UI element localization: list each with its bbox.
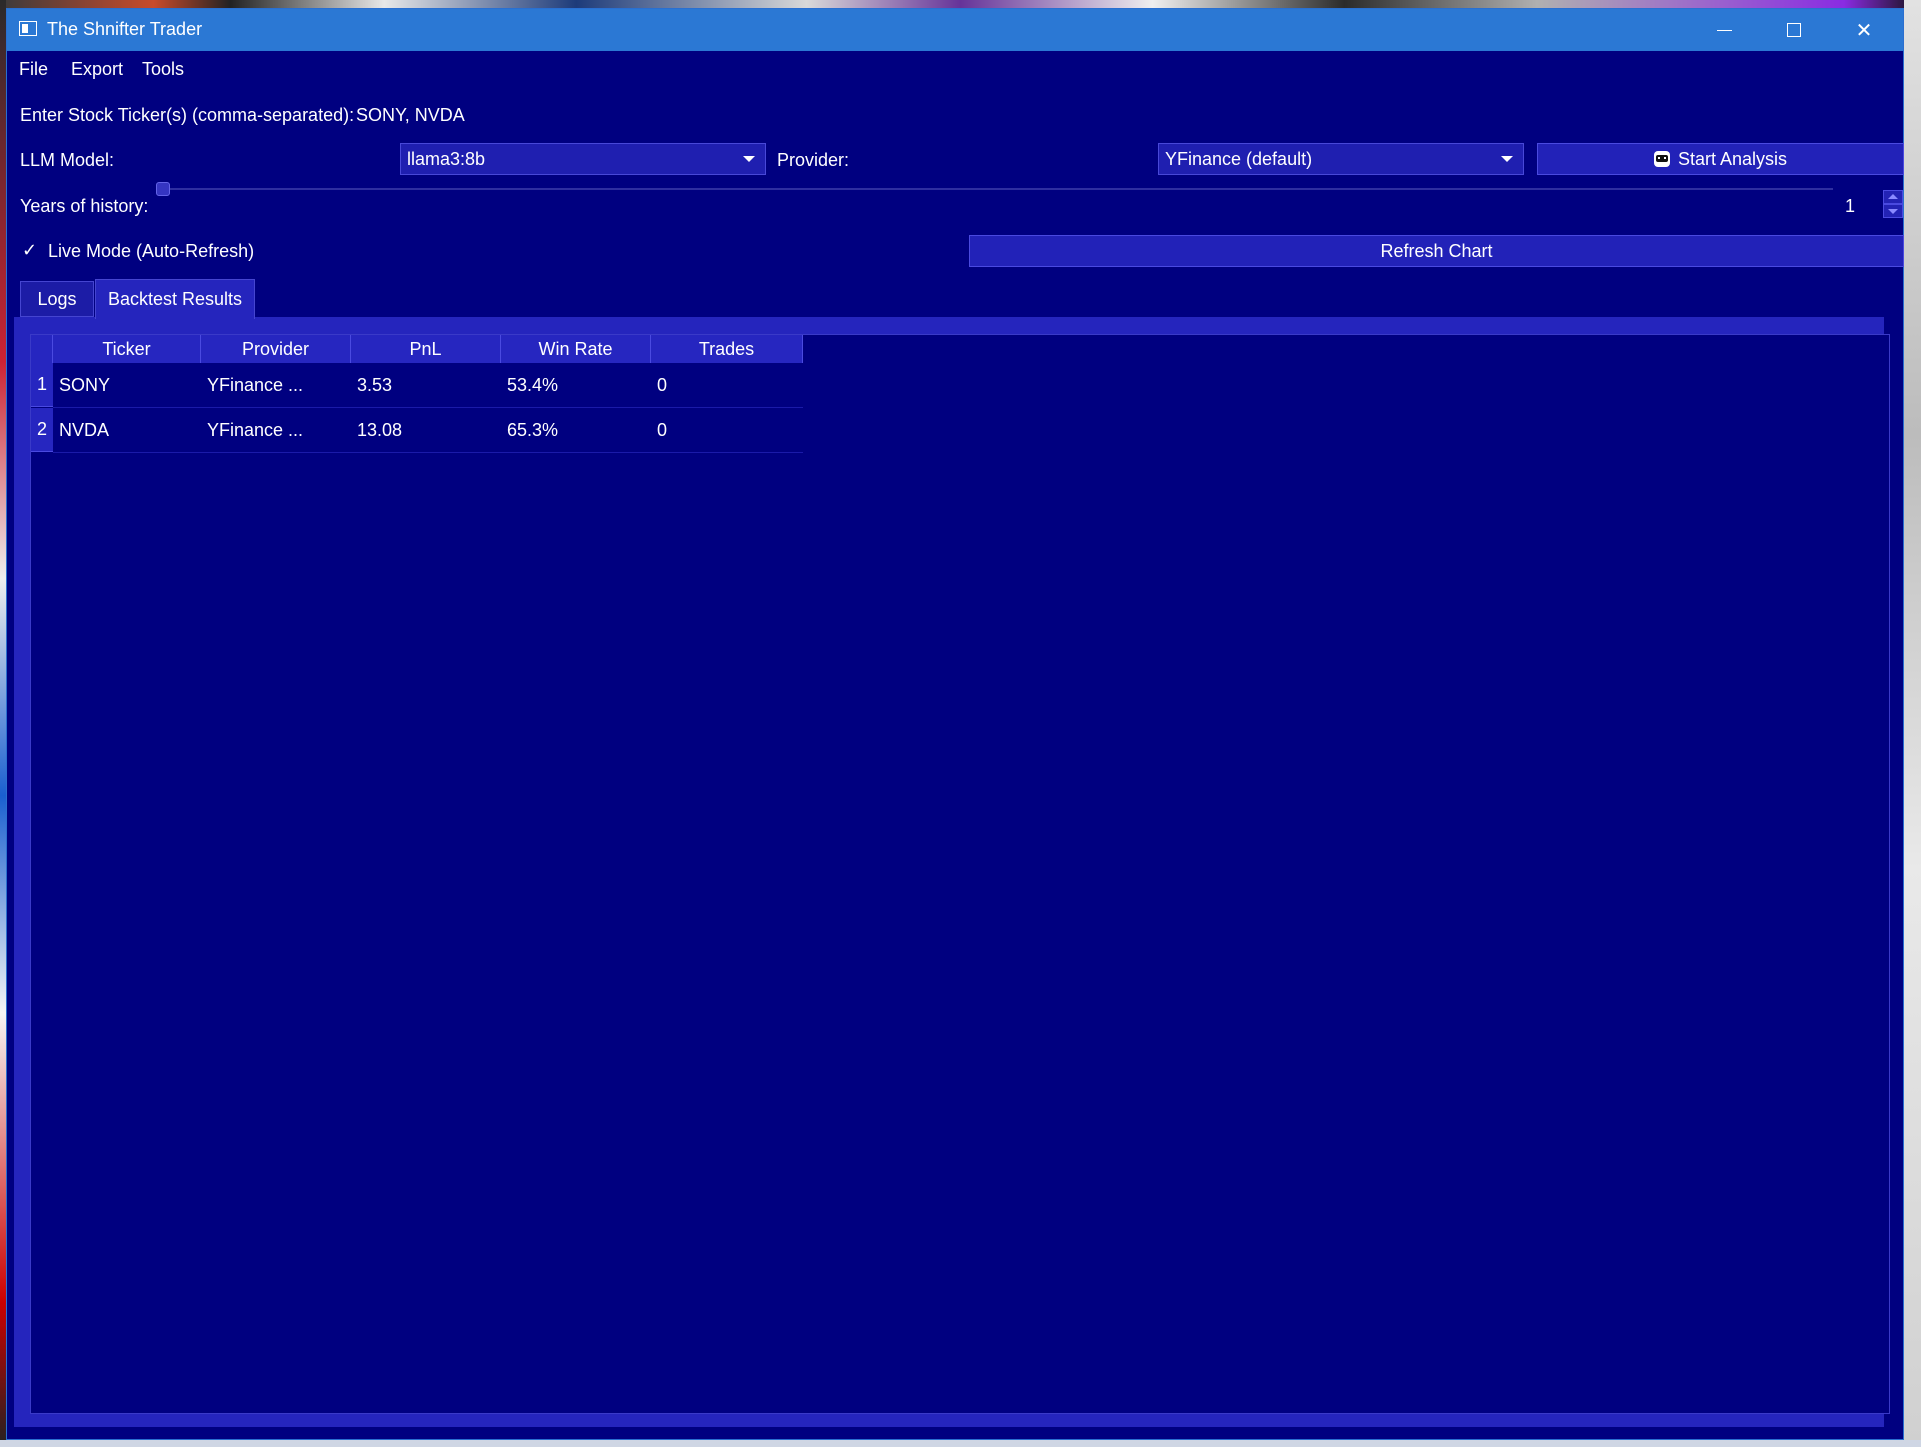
tab-logs[interactable]: Logs [20,281,94,317]
chevron-down-icon [1501,156,1513,162]
menu-bar: File Export Tools [7,51,1903,83]
desktop-background-right [1904,0,1921,1447]
provider-label: Provider: [777,150,850,170]
menu-tools[interactable]: Tools [142,59,184,80]
cell-win-rate[interactable]: 65.3% [501,408,651,452]
live-mode-label: Live Mode (Auto-Refresh) [48,241,255,261]
minimize-button[interactable] [1689,9,1759,51]
chevron-down-icon [743,156,755,162]
cell-provider[interactable]: YFinance ... [201,363,351,407]
header-ticker[interactable]: Ticker [53,335,201,363]
start-analysis-button[interactable]: Start Analysis [1537,143,1904,175]
spin-down-button[interactable] [1883,204,1903,218]
tab-logs-label: Logs [37,288,77,309]
cell-trades[interactable]: 0 [651,408,803,452]
menu-export[interactable]: Export [71,59,123,80]
years-label: Years of history: [20,196,149,216]
cell-ticker[interactable]: NVDA [53,408,201,452]
llm-model-value: llama3:8b [407,149,486,169]
close-button[interactable]: ✕ [1829,9,1899,51]
cell-pnl[interactable]: 3.53 [351,363,501,407]
desktop-background-bottom [0,1440,1921,1447]
refresh-chart-label: Refresh Chart [1380,240,1493,261]
results-table[interactable] [30,334,1890,1414]
header-provider[interactable]: Provider [201,335,351,363]
start-analysis-label: Start Analysis [1677,148,1788,169]
years-slider-handle[interactable] [156,182,170,196]
app-icon [19,21,37,36]
provider-select[interactable]: YFinance (default) [1158,143,1524,175]
cell-trades[interactable]: 0 [651,363,803,407]
title-bar[interactable]: The Shnifter Trader ✕ [7,9,1903,51]
tab-backtest-results[interactable]: Backtest Results [95,279,255,319]
provider-value: YFinance (default) [1165,149,1313,169]
row-divider [53,452,803,453]
spin-up-button[interactable] [1883,190,1903,204]
maximize-button[interactable] [1759,9,1829,51]
row-header[interactable]: 1 [31,363,53,407]
header-pnl[interactable]: PnL [351,335,501,363]
years-slider-track[interactable] [163,188,1833,190]
row-header[interactable]: 2 [31,408,53,452]
cell-pnl[interactable]: 13.08 [351,408,501,452]
header-trades[interactable]: Trades [651,335,803,363]
table-corner-button[interactable] [31,335,53,363]
llm-model-label: LLM Model: [20,150,115,170]
live-mode-checkbox[interactable]: ✓ [22,240,37,261]
llm-model-select[interactable]: llama3:8b [400,143,766,175]
desktop-background-top [0,0,1921,8]
cell-win-rate[interactable]: 53.4% [501,363,651,407]
minimize-icon [1716,29,1732,31]
cell-provider[interactable]: YFinance ... [201,408,351,452]
window-title: The Shnifter Trader [47,19,203,39]
close-icon: ✕ [1855,19,1873,42]
header-win-rate[interactable]: Win Rate [501,335,651,363]
menu-file[interactable]: File [19,59,48,80]
robot-icon [1653,151,1670,167]
ticker-input[interactable]: SONY, NVDA [356,105,465,126]
refresh-chart-button[interactable]: Refresh Chart [969,235,1904,267]
maximize-icon [1787,23,1801,37]
years-spinbox-value[interactable]: 1 [1845,196,1855,217]
cell-ticker[interactable]: SONY [53,363,201,407]
tab-backtest-results-label: Backtest Results [107,289,243,309]
ticker-label: Enter Stock Ticker(s) (comma-separated): [20,105,355,125]
